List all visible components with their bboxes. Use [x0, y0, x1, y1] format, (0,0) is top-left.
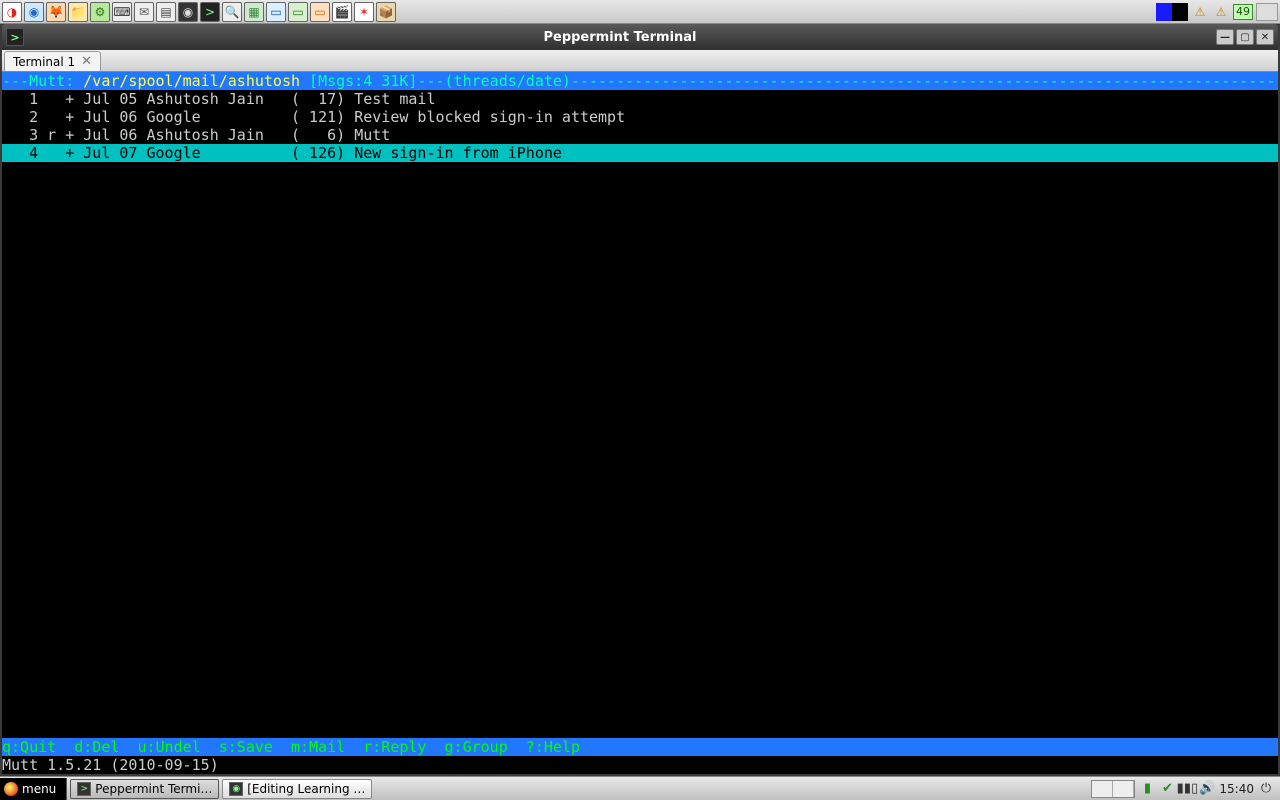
workspace-indicator[interactable] [1156, 3, 1188, 21]
terminal-viewport[interactable]: ---Mutt: /var/spool/mail/ashutosh [Msgs:… [2, 72, 1278, 774]
terminal-icon[interactable]: > [200, 2, 220, 22]
task-label: Peppermint Termi… [95, 782, 212, 796]
terminal-titlebar-icon: > [6, 28, 24, 46]
message-row[interactable]: 3 r + Jul 06 Ashutosh Jain ( 6) Mutt [2, 126, 1278, 144]
network-icon[interactable]: ▮▮▯ [1179, 781, 1195, 797]
power-icon[interactable]: ⏻ [1258, 781, 1274, 797]
doc-orange-icon[interactable]: ▭ [310, 2, 330, 22]
mail-icon[interactable]: ✉ [134, 2, 154, 22]
maximize-button[interactable]: ▢ [1236, 29, 1254, 45]
clapper-icon[interactable]: 🎬 [332, 2, 352, 22]
grid-icon[interactable]: ▦ [244, 2, 264, 22]
menu-button[interactable]: menu [0, 778, 67, 800]
chromium-icon[interactable]: ◉ [24, 2, 44, 22]
doc-green-icon[interactable]: ▭ [288, 2, 308, 22]
close-button[interactable]: ✕ [1256, 29, 1274, 45]
task-terminal-icon: > [77, 782, 91, 796]
task-editor[interactable]: ◉ [Editing Learning … [222, 779, 372, 799]
peppermint-logo-icon [4, 782, 18, 796]
launcher-tray: ◑◉🦊📁⚙⌨✉▤◉>🔍▦▭▭▭🎬✶📦 [2, 2, 396, 22]
mutt-status-bar: ---Mutt: /var/spool/mail/ashutosh [Msgs:… [2, 72, 1278, 90]
system-monitor-icon[interactable] [1256, 3, 1278, 21]
mutt-version-line: Mutt 1.5.21 (2010-09-15) [2, 756, 1278, 774]
battery-icon[interactable]: ▮ [1139, 781, 1155, 797]
update-warning-icon[interactable]: ⚠ [1191, 3, 1209, 21]
top-system-panel: ◑◉🦊📁⚙⌨✉▤◉>🔍▦▭▭▭🎬✶📦 ⚠ ⚠ 49 [0, 0, 1280, 24]
bottom-tray: ▮ ✔ ▮▮▯ 🔊 15:40 ⏻ [1091, 780, 1280, 798]
terminal-tab-1[interactable]: Terminal 1 ✕ [4, 51, 101, 71]
camera-icon[interactable]: ◉ [178, 2, 198, 22]
terminal-window: > Peppermint Terminal — ▢ ✕ Terminal 1 ✕… [2, 24, 1278, 774]
folder-icon[interactable]: 📁 [68, 2, 88, 22]
terminal-tabstrip: Terminal 1 ✕ [2, 50, 1278, 72]
settings-icon[interactable]: ⚙ [90, 2, 110, 22]
alert-icon[interactable]: ⚠ [1212, 3, 1230, 21]
cpu-usage-badge[interactable]: 49 [1233, 4, 1253, 20]
shield-icon[interactable]: ✔ [1159, 781, 1175, 797]
task-editor-icon: ◉ [229, 782, 243, 796]
window-title: Peppermint Terminal [24, 30, 1216, 45]
tab-close-icon[interactable]: ✕ [81, 54, 92, 69]
system-tray: ⚠ ⚠ 49 [1156, 3, 1278, 21]
message-row[interactable]: 4 + Jul 07 Google ( 126) New sign-in fro… [2, 144, 1278, 162]
bottom-task-panel: menu > Peppermint Termi… ◉ [Editing Learnin… [0, 776, 1280, 800]
menu-label: menu [22, 782, 56, 796]
pokeball-icon[interactable]: ◑ [2, 2, 22, 22]
calculator-icon[interactable]: ⌨ [112, 2, 132, 22]
candy-icon[interactable]: ✶ [354, 2, 374, 22]
minimize-button[interactable]: — [1216, 29, 1234, 45]
search-icon[interactable]: 🔍 [222, 2, 242, 22]
task-label: [Editing Learning … [247, 782, 365, 796]
window-titlebar[interactable]: > Peppermint Terminal — ▢ ✕ [2, 24, 1278, 50]
doc-blue-icon[interactable]: ▭ [266, 2, 286, 22]
firefox-icon[interactable]: 🦊 [46, 2, 66, 22]
notes-icon[interactable]: ▤ [156, 2, 176, 22]
mutt-help-bar: q:Quit d:Del u:Undel s:Save m:Mail r:Rep… [2, 738, 1278, 756]
workspace-switcher[interactable] [1091, 780, 1135, 798]
clock[interactable]: 15:40 [1219, 782, 1254, 796]
volume-icon[interactable]: 🔊 [1199, 781, 1215, 797]
package-icon[interactable]: 📦 [376, 2, 396, 22]
tab-label: Terminal 1 [13, 55, 75, 69]
message-row[interactable]: 1 + Jul 05 Ashutosh Jain ( 17) Test mail [2, 90, 1278, 108]
message-row[interactable]: 2 + Jul 06 Google ( 121) Review blocked … [2, 108, 1278, 126]
task-terminal[interactable]: > Peppermint Termi… [70, 779, 219, 799]
